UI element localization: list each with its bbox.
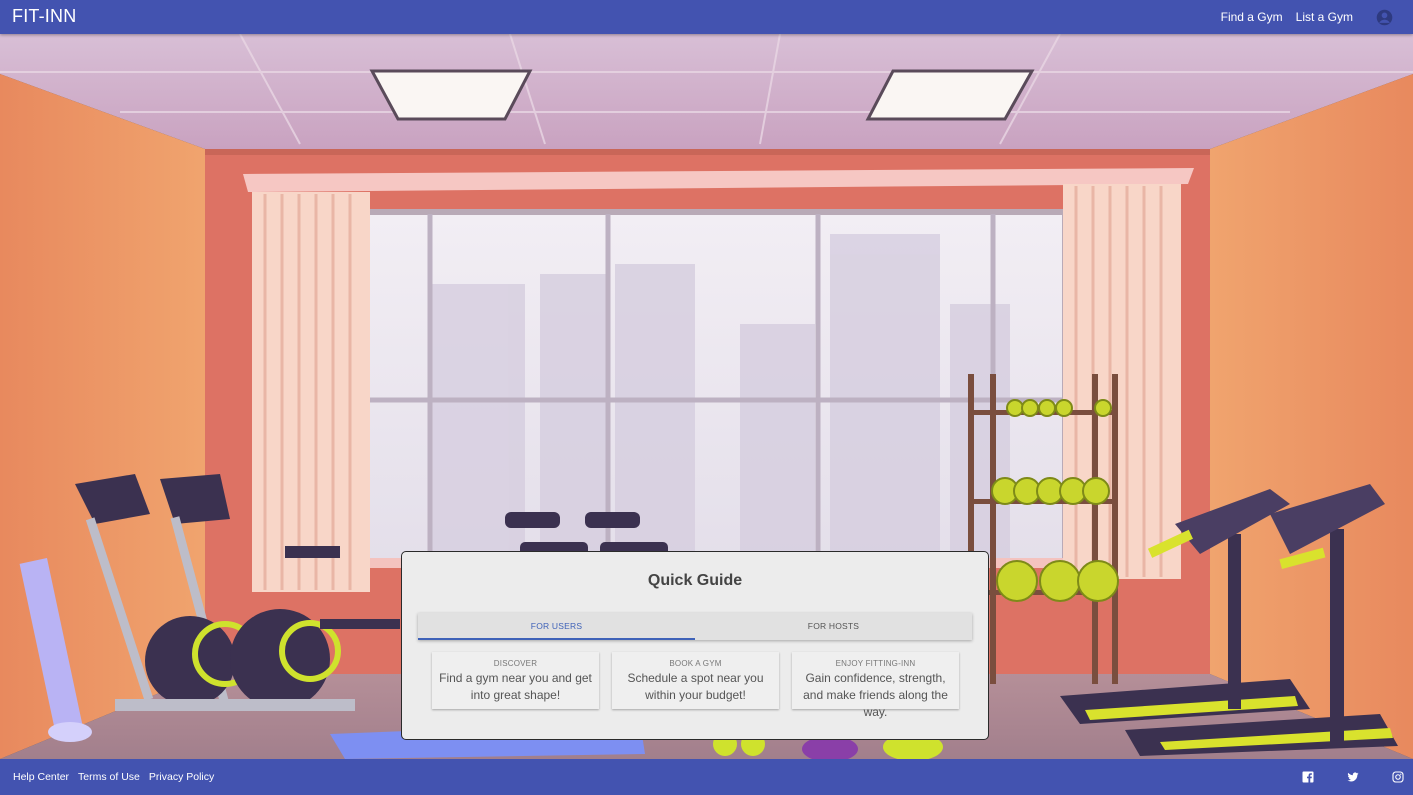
quick-guide-card: Quick Guide FOR USERS FOR HOSTS DISCOVER… [401,551,989,740]
tab-for-users[interactable]: FOR USERS [418,613,695,640]
top-nav: Find a Gym List a Gym [1221,0,1413,34]
step-card-book-a-gym: BOOK A GYM Schedule a spot near you with… [612,652,779,709]
twitter-icon[interactable] [1347,771,1359,783]
quick-guide-title: Quick Guide [647,572,743,589]
step-card-discover: DISCOVER Find a gym near you and get int… [432,652,599,709]
step-label: ENJOY FITTING-INN [835,659,916,668]
terms-of-use-link[interactable]: Terms of Use [78,771,140,783]
account-circle-icon[interactable] [1376,9,1393,26]
guide-steps: DISCOVER Find a gym near you and get int… [432,652,960,719]
facebook-icon[interactable] [1302,771,1314,783]
step-label: DISCOVER [493,659,538,668]
top-app-bar: FIT-INN Find a Gym List a Gym [0,0,1413,34]
instagram-icon[interactable] [1392,771,1404,783]
list-gym-link[interactable]: List a Gym [1296,10,1353,24]
quick-guide-tabs: FOR USERS FOR HOSTS [418,613,972,640]
step-description: Gain confidence, strength, and make frie… [803,671,948,719]
privacy-policy-link[interactable]: Privacy Policy [149,771,214,783]
step-card-enjoy: ENJOY FITTING-INN Gain confidence, stren… [792,652,959,719]
social-links [1269,759,1404,795]
brand-logo[interactable]: FIT-INN [12,6,76,27]
footer-links: Help Center Terms of Use Privacy Policy [13,759,223,795]
step-label: BOOK A GYM [669,659,722,668]
footer-bar: Help Center Terms of Use Privacy Policy [0,759,1413,795]
find-gym-link[interactable]: Find a Gym [1221,10,1283,24]
tab-for-hosts[interactable]: FOR HOSTS [695,613,972,640]
step-description: Schedule a spot near you within your bud… [627,671,764,702]
step-description: Find a gym near you and get into great s… [439,671,592,702]
help-center-link[interactable]: Help Center [13,771,69,783]
